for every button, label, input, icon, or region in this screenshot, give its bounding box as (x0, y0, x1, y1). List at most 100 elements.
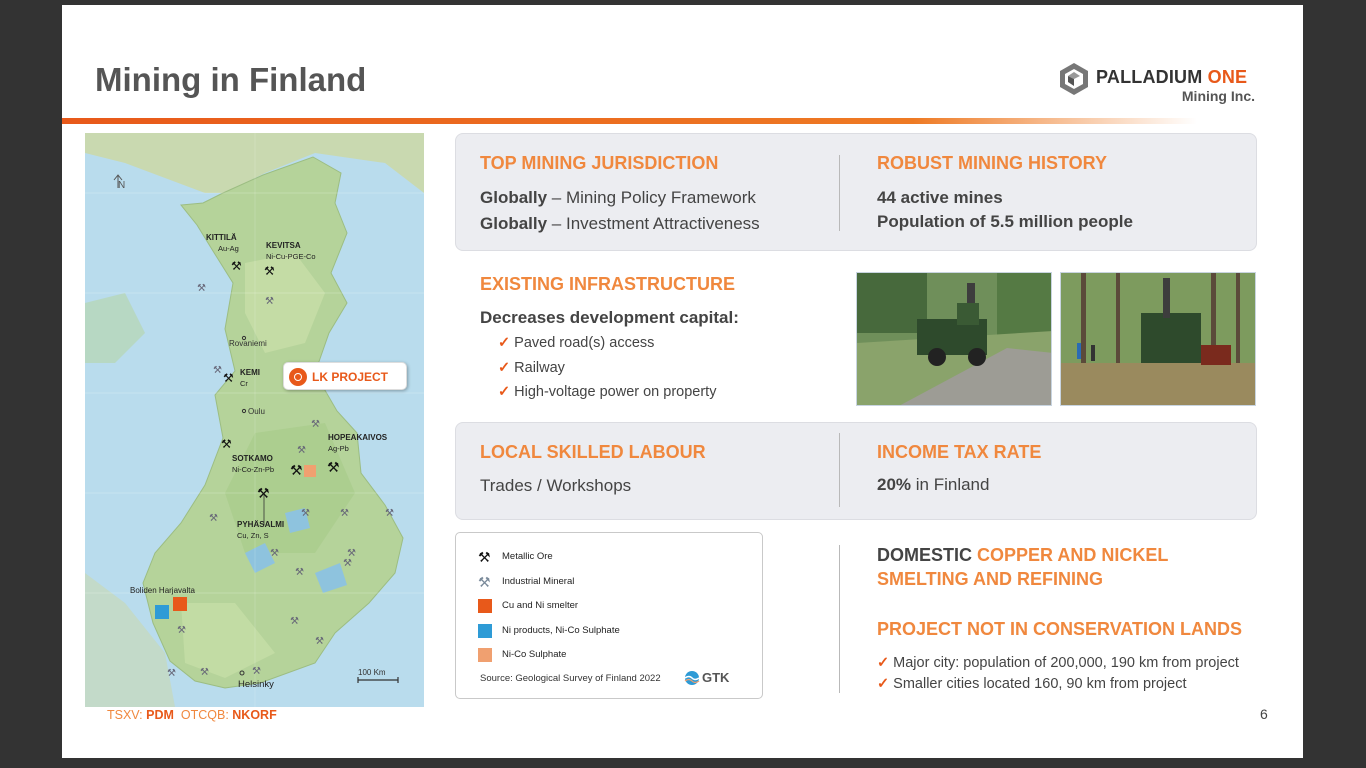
map-sub-kittila: Au-Ag (218, 244, 239, 253)
industrial-mineral-icon: ⚒ (270, 548, 279, 559)
industrial-mineral-icon: ⚒ (295, 567, 304, 578)
ticker-label-otcqb: OTCQB: (173, 708, 233, 722)
map-label-sotkamo: SOTKAMO (232, 454, 273, 463)
panel-divider (839, 433, 840, 507)
ticker-footer: TSXV: PDM OTCQB: NKORF (107, 708, 277, 722)
gtk-label: GTK (702, 670, 730, 685)
smelting-heading-line1: DOMESTIC COPPER AND NICKEL (877, 545, 1168, 566)
mining-history-line1: 44 active mines (877, 188, 1003, 207)
panel-divider (839, 155, 840, 231)
metallic-ore-icon: ⚒ (231, 259, 242, 273)
drill-rig-forest-image (1061, 273, 1255, 405)
drill-rig-forest-photo (1060, 272, 1256, 406)
industrial-mineral-icon: ⚒ (290, 616, 299, 627)
map-label-pyhasalmi: PYHÄSALMI (237, 520, 285, 529)
legend-label: Cu and Ni smelter (502, 600, 579, 611)
tax-text-rest: in Finland (911, 475, 990, 494)
checkmark-icon: ✓ (877, 676, 890, 692)
industrial-mineral-icon: ⚒ (265, 296, 274, 307)
map-sub-kevitsa: Ni-Cu-PGE-Co (266, 252, 316, 261)
map-sub-pyhasalmi: Cu, Zn, S (237, 531, 269, 540)
ticker-nkorf: NKORF (232, 708, 277, 722)
ticker-label-tsxv: TSXV: (107, 708, 147, 722)
industrial-mineral-icon: ⚒ (200, 667, 209, 678)
infrastructure-item: ✓ Railway (498, 360, 565, 376)
section-divider (839, 545, 840, 693)
industrial-mineral-icon: ⚒ (213, 365, 222, 376)
industrial-mineral-icon: ⚒ (340, 508, 349, 519)
industrial-mineral-icon: ⚒ (197, 283, 206, 294)
map-legend: ⚒ Metallic Ore ⚒ Industrial Mineral Cu a… (455, 532, 763, 699)
infrastructure-item: ✓ Paved road(s) access (498, 335, 654, 351)
lk-project-label: LK PROJECT (312, 370, 389, 384)
industrial-mineral-icon: ⚒ (301, 508, 310, 519)
metallic-ore-icon: ⚒ (221, 437, 232, 451)
tax-heading: INCOME TAX RATE (877, 442, 1042, 462)
lk-project-icon (289, 368, 307, 386)
top-jurisdiction-line1-bold: Globally (480, 188, 548, 207)
infrastructure-subheading: Decreases development capital: (480, 308, 739, 327)
logo-name-part1: PALLADIUM (1096, 67, 1208, 87)
city-boliden-harjavalta: Boliden Harjavalta (130, 586, 195, 595)
labour-heading: LOCAL SKILLED LABOUR (480, 442, 706, 462)
smelter-icon (173, 597, 187, 611)
top-jurisdiction-line1-rest: – Mining Policy Framework (547, 188, 756, 207)
ni-co-sulphate-icon (478, 648, 492, 662)
legend-label: Metallic Ore (502, 551, 553, 562)
map-label-kittila: KITTILÄ (206, 233, 237, 242)
industrial-mineral-icon: ⚒ (252, 666, 261, 677)
industrial-mineral-icon: ⚒ (209, 513, 218, 524)
labour-tax-panel (455, 422, 1257, 520)
industrial-mineral-icon: ⚒ (177, 625, 186, 636)
smelting-prefix: DOMESTIC (877, 545, 978, 565)
ni-co-sulphate-icon (304, 465, 316, 477)
logo-subtitle: Mining Inc. (1181, 88, 1255, 104)
north-arrow-label: N (118, 180, 126, 191)
conservation-item-text: Major city: population of 200,000, 190 k… (893, 655, 1239, 671)
checkmark-icon: ✓ (498, 360, 511, 376)
industrial-mineral-icon: ⚒ (343, 558, 352, 569)
infrastructure-item-text: High-voltage power on property (514, 384, 717, 400)
metallic-ore-icon: ⚒ (327, 459, 340, 475)
checkmark-icon: ✓ (877, 655, 890, 671)
checkmark-icon: ✓ (498, 335, 511, 351)
gtk-logo: GTK (684, 668, 744, 688)
city-rovaniemi: Rovaniemi (229, 339, 267, 348)
lk-project-badge: LK PROJECT (283, 362, 407, 390)
infrastructure-item-text: Railway (514, 360, 565, 376)
map-label-hopeakaivos: HOPEAKAIVOS (328, 433, 388, 442)
map-sub-kemi: Cr (240, 379, 248, 388)
industrial-mineral-icon: ⚒ (311, 419, 320, 430)
map-label-kemi: KEMI (240, 368, 260, 377)
finland-map: N KITTILÄ Au-Ag KEVITSA Ni-Cu-PGE-Co KEM… (85, 133, 424, 707)
map-sub-hopeakaivos: Ag-Pb (328, 444, 349, 453)
drill-rig-road-image (857, 273, 1051, 405)
metallic-ore-icon: ⚒ (257, 485, 270, 501)
infrastructure-heading: EXISTING INFRASTRUCTURE (480, 274, 736, 294)
ni-products-icon (155, 605, 169, 619)
page-number: 6 (1260, 706, 1268, 722)
mining-history-heading: ROBUST MINING HISTORY (877, 153, 1108, 173)
city-helsinki: Helsinky (238, 679, 274, 690)
infrastructure-item-text: Paved road(s) access (514, 335, 655, 351)
mining-history-line2: Population of 5.5 million people (877, 212, 1133, 231)
city-oulu: Oulu (248, 407, 265, 416)
map-scale-label: 100 Km (358, 668, 386, 677)
metallic-ore-icon: ⚒ (290, 462, 303, 478)
ticker-pdm: PDM (146, 708, 174, 722)
labour-text: Trades / Workshops (480, 476, 632, 495)
drill-rig-road-photo (856, 272, 1052, 406)
metallic-ore-icon: ⚒ (264, 264, 275, 278)
legend-label: Industrial Mineral (502, 576, 575, 587)
industrial-mineral-icon: ⚒ (385, 508, 394, 519)
industrial-mineral-icon: ⚒ (478, 574, 491, 590)
top-jurisdiction-line2: Globally – Investment Attractiveness (480, 214, 760, 234)
finland-map-shape (85, 133, 424, 707)
checkmark-icon: ✓ (498, 384, 511, 400)
company-logo: PALLADIUM ONE Mining Inc. (1055, 58, 1265, 108)
gtk-wave-icon (684, 671, 700, 685)
title-underline (62, 118, 1197, 124)
conservation-heading: PROJECT NOT IN CONSERVATION LANDS (877, 619, 1243, 639)
page-title: Mining in Finland (95, 61, 367, 98)
smelting-heading-line2: SMELTING AND REFINING (877, 569, 1103, 589)
